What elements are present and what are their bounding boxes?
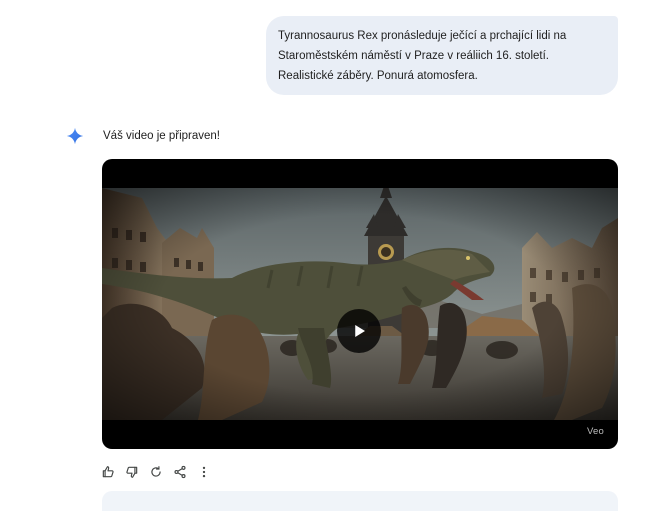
share-icon	[174, 465, 186, 479]
more-options-button[interactable]	[196, 464, 212, 480]
video-frame[interactable]	[102, 188, 618, 420]
thumbs-down-icon	[126, 466, 138, 478]
thumbs-down-button[interactable]	[124, 464, 140, 480]
share-button[interactable]	[172, 464, 188, 480]
veo-watermark: Veo	[587, 426, 604, 437]
play-icon	[355, 325, 365, 337]
response-message: Váš video je připraven!	[103, 130, 220, 142]
more-vert-icon	[202, 466, 206, 478]
user-prompt-bubble: Tyrannosaurus Rex pronásleduje ječící a …	[266, 16, 618, 95]
video-thumbnail	[102, 188, 618, 420]
play-button[interactable]	[337, 309, 381, 353]
gemini-spark-icon	[66, 127, 84, 145]
thumbs-up-button[interactable]	[100, 464, 116, 480]
response-actions	[100, 463, 212, 481]
video-player[interactable]: Veo	[102, 159, 618, 449]
regenerate-button[interactable]	[148, 464, 164, 480]
thumbs-up-icon	[102, 466, 114, 478]
regenerate-icon	[151, 466, 161, 477]
next-response-card	[102, 491, 618, 511]
user-prompt-text: Tyrannosaurus Rex pronásleduje ječící a …	[278, 30, 567, 82]
